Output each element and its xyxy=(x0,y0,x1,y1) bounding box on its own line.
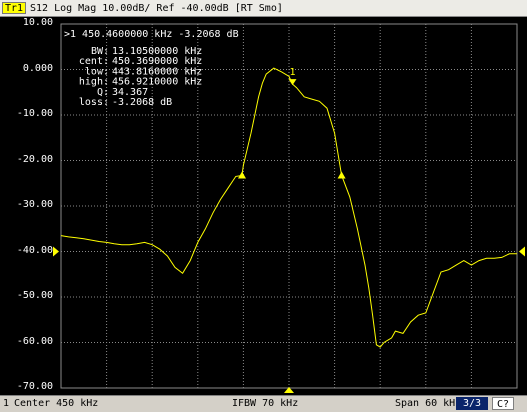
channel-number[interactable]: 1 xyxy=(3,396,9,411)
ref-level-left-marker xyxy=(53,246,59,257)
bandwidth-marker xyxy=(238,171,247,179)
trace-page-indicator[interactable]: 3/3 xyxy=(456,397,488,410)
mode-indicator[interactable]: C? xyxy=(492,397,514,410)
marker-readout-line: >1 450.4600000 kHz -3.2068 dB xyxy=(64,29,239,40)
marker-readout: >1 450.4600000 kHz -3.2068 dBBW: 13.10500… xyxy=(64,29,239,108)
trace-plot[interactable]: 1 >1 450.4600000 kHz -3.2068 dBBW: 13.105… xyxy=(0,0,527,412)
status-bar: 1 Center 450 kHz IFBW 70 kHz Span 60 kHz… xyxy=(0,395,527,412)
ref-level-right-marker xyxy=(519,246,525,257)
if-bandwidth[interactable]: IFBW 70 kHz xyxy=(232,396,298,411)
marker-stat-value: -3.2068 dB xyxy=(112,97,172,108)
marker-stat-name: loss: xyxy=(79,97,109,108)
frequency-span[interactable]: Span 60 kHz xyxy=(395,396,461,411)
bandwidth-marker xyxy=(337,171,346,179)
center-frequency[interactable]: Center 450 kHz xyxy=(14,396,98,411)
active-marker xyxy=(288,79,297,86)
marker-label: 1 xyxy=(289,67,295,78)
reference-level-markers xyxy=(53,246,525,393)
marker-points: 1 xyxy=(238,67,346,179)
